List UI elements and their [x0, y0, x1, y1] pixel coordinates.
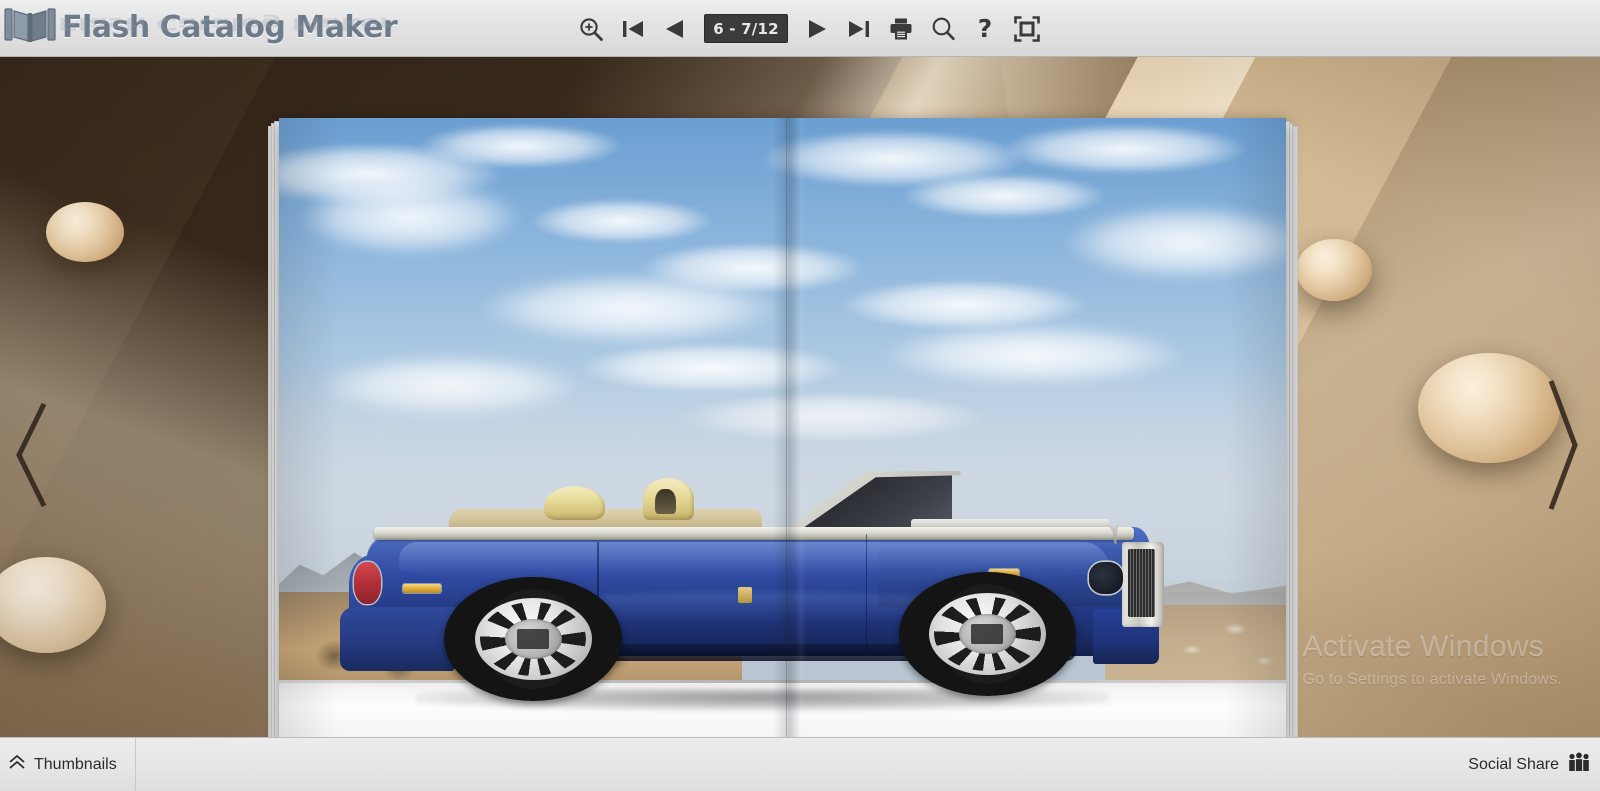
viewer-stage: Activate Windows Go to Settings to activ… — [0, 57, 1600, 737]
right-page[interactable] — [783, 118, 1287, 737]
thumbnails-label: Thumbnails — [34, 755, 117, 773]
triangle-right-icon — [804, 17, 830, 41]
top-toolbar: Flash Catalog Maker Flash Catalog Maker — [0, 0, 1600, 57]
book-spread — [268, 66, 1298, 737]
bottom-toolbar: Thumbnails Social Share — [0, 737, 1600, 791]
question-mark-icon: ? — [973, 15, 997, 43]
skip-to-end-icon — [846, 17, 872, 41]
first-page-button[interactable] — [612, 6, 654, 52]
previous-page-arrow[interactable] — [2, 397, 60, 517]
triangle-left-icon — [662, 17, 688, 41]
toolbar-controls: 6 - 7/12 ? — [570, 0, 1048, 57]
flash-catalog-viewer: Flash Catalog Maker Flash Catalog Maker — [0, 0, 1600, 791]
printer-icon — [888, 16, 914, 42]
magnifier-plus-icon — [577, 15, 605, 43]
social-share-label: Social Share — [1468, 755, 1559, 773]
magnifier-icon — [929, 15, 957, 43]
next-page-arrow[interactable] — [1534, 379, 1592, 510]
left-page[interactable] — [279, 118, 783, 737]
svg-text:?: ? — [978, 15, 993, 43]
people-group-icon — [1568, 752, 1590, 777]
chevron-right-icon — [1543, 375, 1583, 520]
page-indicator-input[interactable]: 6 - 7/12 — [704, 14, 788, 43]
skip-to-start-icon — [620, 17, 646, 41]
next-page-button[interactable] — [796, 6, 838, 52]
expand-corners-icon — [1013, 15, 1041, 43]
print-button[interactable] — [880, 6, 922, 52]
app-title: Flash Catalog Maker — [62, 9, 398, 45]
open-book-icon — [4, 6, 56, 49]
help-button[interactable]: ? — [964, 6, 1006, 52]
page-spread-content — [279, 118, 1286, 737]
chevron-left-icon — [11, 400, 51, 515]
search-button[interactable] — [922, 6, 964, 52]
zoom-in-button[interactable] — [570, 6, 612, 52]
app-logo: Flash Catalog Maker — [4, 2, 398, 52]
double-chevron-up-icon — [8, 753, 26, 776]
thumbnails-button[interactable]: Thumbnails — [0, 737, 136, 791]
last-page-button[interactable] — [838, 6, 880, 52]
previous-page-button[interactable] — [654, 6, 696, 52]
social-share-button[interactable]: Social Share — [1450, 738, 1600, 791]
fullscreen-button[interactable] — [1006, 6, 1048, 52]
